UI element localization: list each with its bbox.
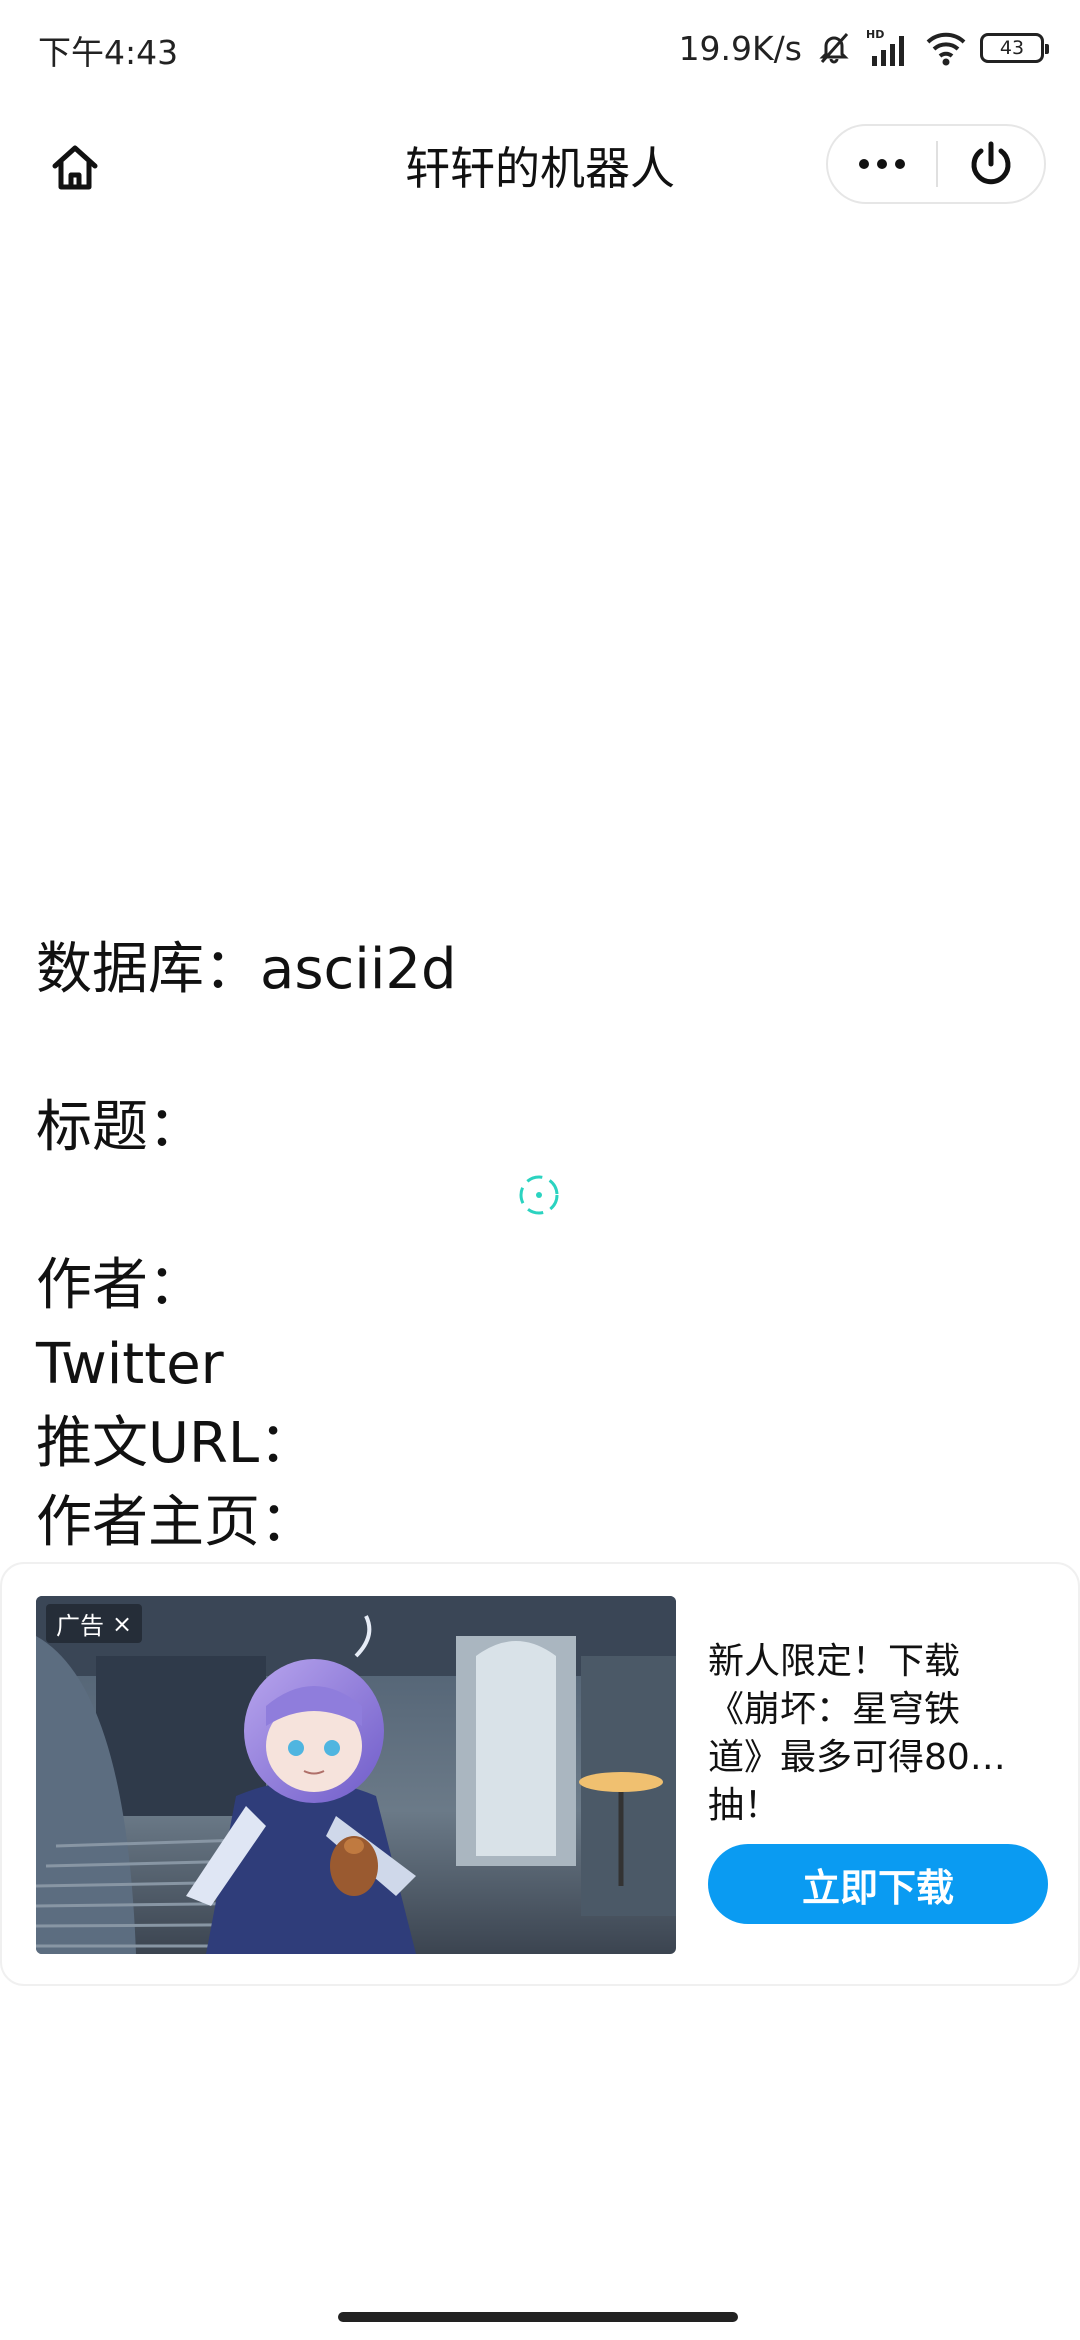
tweet-url-line: 推文URL： [36, 1411, 316, 1476]
signal-hd-icon: HD [866, 28, 912, 68]
power-icon[interactable] [938, 126, 1044, 202]
author-line: 作者： [36, 1253, 204, 1318]
ad-text-line: 新人限定！下载 [708, 1641, 961, 1682]
status-time: 下午4:43 [38, 33, 179, 72]
ad-text-line: 《崩坏：星穹铁 [708, 1689, 961, 1730]
download-button[interactable]: 立即下载 [708, 1844, 1048, 1924]
wifi-icon [924, 28, 968, 68]
net-speed: 19.9K/s [678, 28, 802, 68]
ad-badge[interactable]: 广告 × [46, 1604, 143, 1643]
home-indicator[interactable] [338, 2312, 738, 2322]
capsule-menu [826, 124, 1046, 204]
mute-icon [814, 28, 854, 68]
nav-bar: 轩轩的机器人 [0, 96, 1080, 226]
platform-line: Twitter [36, 1332, 224, 1397]
ad-text-line: 道》最多可得80… [708, 1737, 1006, 1778]
status-bar: 下午4:43 19.9K/s HD 43 [0, 0, 1080, 96]
ad-text-line: 抽！ [708, 1785, 781, 1826]
svg-text:HD: HD [866, 28, 884, 41]
status-indicators: 19.9K/s HD 43 [678, 24, 1049, 72]
database-line: 数据库：ascii2d [36, 937, 457, 1002]
ad-close-icon[interactable]: × [112, 1610, 132, 1638]
battery-icon: 43 [980, 33, 1049, 63]
author-page-line: 作者主页： [36, 1490, 316, 1555]
ad-badge-label: 广告 [56, 1612, 104, 1640]
more-icon[interactable] [828, 126, 936, 202]
ad-description: 新人限定！下载 《崩坏：星穹铁 道》最多可得80… 抽！ [708, 1638, 1038, 1830]
ad-card[interactable]: 广告 × 新人限定！下载 《崩坏：星穹铁 道》最多可得80… 抽！ 立即下载 [0, 1562, 1080, 1986]
result-info: 数据库：ascii2d 标题： 作者： Twitter 推文URL： 作者主页： [36, 930, 1036, 1562]
ad-image[interactable]: 广告 × [36, 1596, 676, 1954]
title-line: 标题： [36, 1095, 204, 1160]
loading-spinner-icon [517, 1173, 561, 1217]
